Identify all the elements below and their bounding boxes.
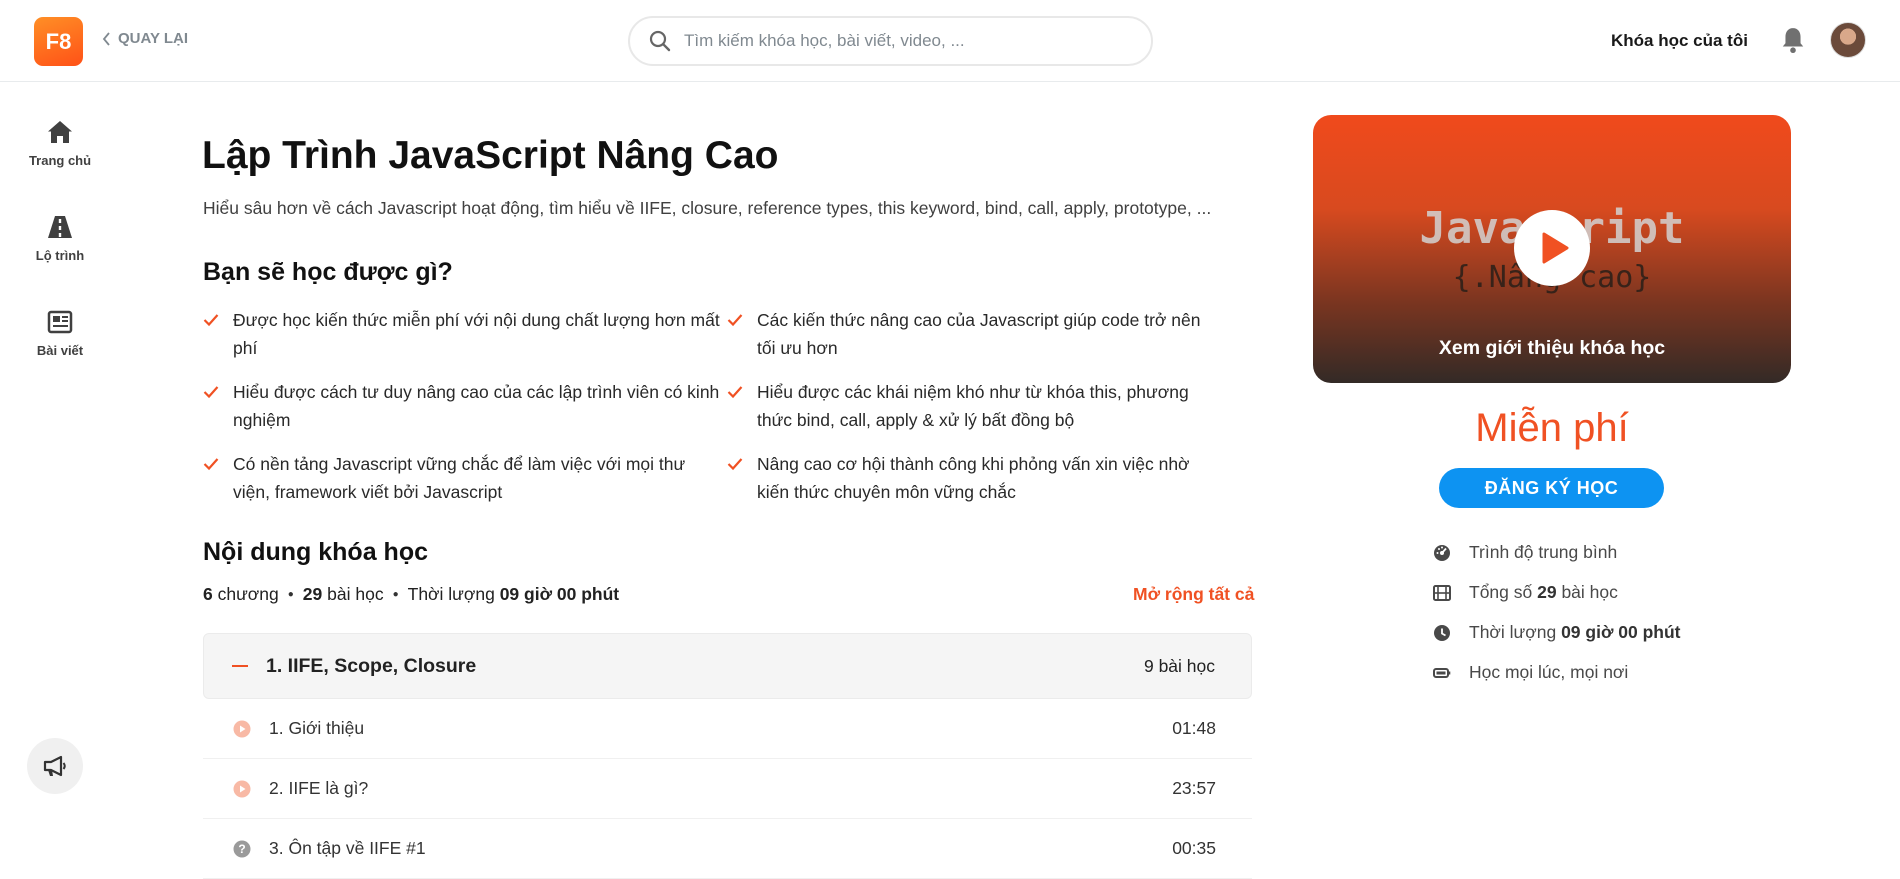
watch-intro-label: Xem giới thiệu khóa học xyxy=(1438,337,1666,359)
search-box[interactable] xyxy=(628,16,1153,66)
separator-dot: ● xyxy=(287,589,294,600)
lesson-title: 3. Ôn tập về IIFE #1 xyxy=(269,838,426,858)
clock-icon xyxy=(1434,624,1450,641)
check-icon xyxy=(727,458,743,471)
chevron-left-icon xyxy=(102,31,110,46)
learn-item-text: Hiểu được cách tư duy nâng cao của các l… xyxy=(233,382,720,430)
play-circle-icon xyxy=(233,780,251,797)
level-text: Trình độ trung bình xyxy=(1469,542,1618,562)
learn-item-text: Hiểu được các khái niệm khó như từ khóa … xyxy=(757,382,1189,430)
sidebar-item-home[interactable]: Trang chủ xyxy=(12,118,108,168)
search-input[interactable] xyxy=(684,31,1124,51)
road-icon xyxy=(48,216,72,238)
anywhere-text: Học mọi lúc, mọi nơi xyxy=(1469,662,1629,682)
total-lessons-text: Tổng số 29 bài học xyxy=(1469,582,1618,602)
lesson-title: 2. IIFE là gì? xyxy=(269,778,369,798)
info-level: Trình độ trung bình xyxy=(1433,542,1617,563)
learn-item-text: Nâng cao cơ hội thành công khi phỏng vấn… xyxy=(757,454,1190,502)
learn-list: Được học kiến thức miễn phí với nội dung… xyxy=(203,306,1223,506)
home-icon xyxy=(48,121,72,143)
learn-item-text: Có nền tảng Javascript vững chắc để làm … xyxy=(233,454,686,502)
f8-logo[interactable]: F8 xyxy=(34,17,83,66)
svg-text:?: ? xyxy=(238,842,245,856)
lesson-row[interactable]: 2. IIFE là gì? 23:57 xyxy=(203,759,1252,819)
newspaper-icon xyxy=(47,310,73,334)
back-label: QUAY LẠI xyxy=(118,30,189,47)
check-icon xyxy=(203,386,219,399)
course-price: Miễn phí xyxy=(1475,406,1629,450)
lesson-duration: 23:57 xyxy=(1172,778,1216,798)
question-circle-icon: ? xyxy=(233,840,251,857)
sidebar-item-roadmap[interactable]: Lộ trình xyxy=(12,213,108,263)
check-icon xyxy=(727,314,743,327)
my-courses-link[interactable]: Khóa học của tôi xyxy=(1611,31,1748,51)
expand-all-button[interactable]: Mở rộng tất cả xyxy=(1133,584,1254,605)
register-button[interactable]: ĐĂNG KÝ HỌC xyxy=(1439,468,1664,508)
chapter-header[interactable]: 1. IIFE, Scope, Closure 9 bài học xyxy=(203,633,1252,699)
learn-item: Hiểu được cách tư duy nâng cao của các l… xyxy=(203,378,727,434)
duration-text: Thời lượng 09 giờ 00 phút xyxy=(1469,622,1681,642)
info-anywhere: Học mọi lúc, mọi nơi xyxy=(1433,662,1628,683)
chapters-meta: 6 chương xyxy=(203,584,279,604)
check-icon xyxy=(727,386,743,399)
info-duration: Thời lượng 09 giờ 00 phút xyxy=(1433,622,1681,643)
lesson-row[interactable]: 1. Giới thiệu 01:48 xyxy=(203,699,1252,759)
course-description: Hiểu sâu hơn về cách Javascript hoạt độn… xyxy=(203,198,1212,218)
chapter-lesson-count: 9 bài học xyxy=(1143,655,1215,676)
content-heading: Nội dung khóa học xyxy=(203,538,428,566)
back-button[interactable]: QUAY LẠI xyxy=(102,30,188,47)
sidebar-item-label: Lộ trình xyxy=(35,248,85,263)
duration-meta: Thời lượng 09 giờ 00 phút xyxy=(407,584,620,604)
info-total-lessons: Tổng số 29 bài học xyxy=(1433,582,1618,603)
user-avatar[interactable] xyxy=(1830,22,1866,58)
announcement-button[interactable] xyxy=(27,738,83,794)
lesson-title: 1. Giới thiệu xyxy=(269,718,365,738)
film-icon xyxy=(1433,584,1451,601)
play-circle-icon xyxy=(233,720,251,737)
battery-icon xyxy=(1433,667,1451,678)
sidebar-item-label: Bài viết xyxy=(36,343,84,358)
learn-item: Các kiến thức nâng cao của Javascript gi… xyxy=(727,306,1223,362)
learn-item-text: Được học kiến thức miễn phí với nội dung… xyxy=(233,310,720,358)
course-title: Lập Trình JavaScript Nâng Cao xyxy=(202,134,779,177)
gauge-icon xyxy=(1434,544,1450,561)
lessons-meta: 29 bài học xyxy=(302,584,384,604)
course-meta: 6 chương ● 29 bài học ● Thời lượng 09 gi… xyxy=(203,584,619,605)
lesson-row[interactable]: ? 3. Ôn tập về IIFE #1 00:35 xyxy=(203,819,1252,879)
search-icon xyxy=(649,30,671,52)
bell-icon[interactable] xyxy=(1780,26,1806,54)
course-preview-video[interactable]: Javascript {.Nâng cao} Xem giới thiệu kh… xyxy=(1313,115,1791,383)
play-button[interactable] xyxy=(1514,210,1590,286)
lesson-duration: 00:35 xyxy=(1172,838,1216,858)
sidebar-item-blog[interactable]: Bài viết xyxy=(12,308,108,358)
learn-item: Hiểu được các khái niệm khó như từ khóa … xyxy=(727,378,1223,434)
learn-item: Được học kiến thức miễn phí với nội dung… xyxy=(203,306,727,362)
separator-dot: ● xyxy=(392,589,399,600)
lesson-duration: 01:48 xyxy=(1172,718,1216,738)
learn-item-text: Các kiến thức nâng cao của Javascript gi… xyxy=(757,310,1201,358)
chapter-title: 1. IIFE, Scope, Closure xyxy=(266,654,477,677)
check-icon xyxy=(203,458,219,471)
play-icon xyxy=(1542,232,1569,264)
megaphone-icon xyxy=(43,755,66,777)
collapse-icon xyxy=(232,665,248,667)
top-header: F8 QUAY LẠI Khóa học của tôi xyxy=(0,0,1900,82)
learn-heading: Bạn sẽ học được gì? xyxy=(203,258,453,286)
learn-item: Có nền tảng Javascript vững chắc để làm … xyxy=(203,450,727,506)
check-icon xyxy=(203,314,219,327)
learn-item: Nâng cao cơ hội thành công khi phỏng vấn… xyxy=(727,450,1223,506)
sidebar-item-label: Trang chủ xyxy=(28,153,92,168)
